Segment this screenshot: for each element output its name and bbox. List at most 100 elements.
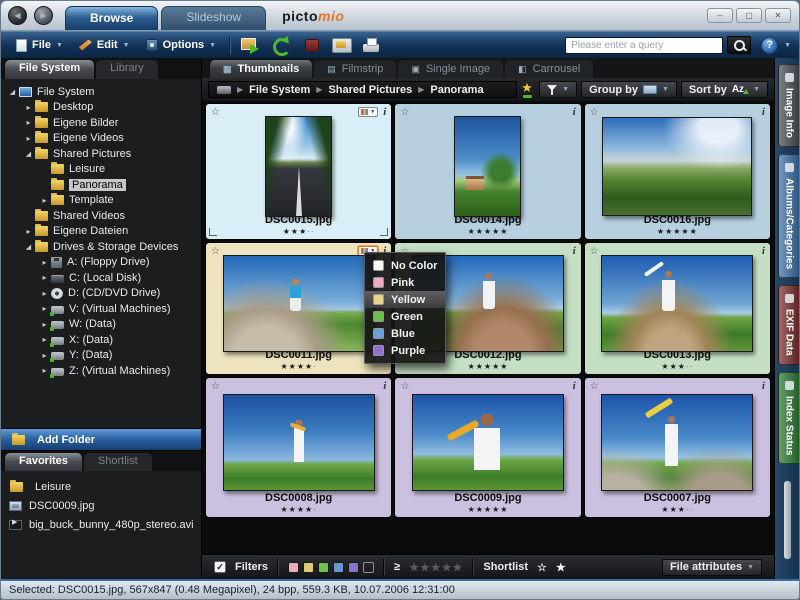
right-scrollbar[interactable] xyxy=(784,481,791,559)
color-menu-item-purple[interactable]: Purple xyxy=(365,342,445,359)
color-filter-swatch[interactable] xyxy=(363,562,374,573)
help-icon[interactable]: ? xyxy=(761,37,778,54)
info-icon[interactable]: i xyxy=(573,380,576,392)
favorite-star-icon[interactable]: ☆ xyxy=(211,107,220,118)
tree-item[interactable]: Shared Videos xyxy=(3,208,201,224)
tree-item[interactable]: ▸Z: (Virtual Machines) xyxy=(3,363,201,379)
thumbnail-card[interactable]: ☆iDSC0008.jpg★★★★· xyxy=(205,377,392,518)
tree-item[interactable]: ▸A: (Floppy Drive) xyxy=(3,255,201,271)
color-tag-button[interactable]: ▼ xyxy=(358,107,378,117)
thumbnail-rating[interactable]: ★★★★· xyxy=(211,362,386,372)
info-icon[interactable]: i xyxy=(762,106,765,118)
color-filter-swatch[interactable] xyxy=(303,562,314,573)
sidebar-tab-library[interactable]: Library xyxy=(96,60,158,79)
expanded-arrow-icon[interactable]: ◢ xyxy=(23,243,34,251)
minimize-button[interactable]: – xyxy=(707,8,733,23)
help-caret-icon[interactable]: ▼ xyxy=(784,42,791,49)
tree-item[interactable]: ▸D: (CD/DVD Drive) xyxy=(3,286,201,302)
info-icon[interactable]: i xyxy=(762,245,765,257)
favorites-item[interactable]: DSC0009.jpg xyxy=(9,496,201,515)
color-menu-item-blue[interactable]: Blue xyxy=(365,325,445,342)
panel-tab-image-info[interactable]: Image Info xyxy=(778,64,799,147)
collapsed-arrow-icon[interactable]: ▸ xyxy=(23,103,34,112)
window-tab-browse[interactable]: Browse xyxy=(65,6,158,30)
favorite-star-icon[interactable]: ☆ xyxy=(400,381,409,392)
favorite-star-icon[interactable]: ☆ xyxy=(400,107,409,118)
thumbnail-rating[interactable]: ★★★·· xyxy=(590,505,765,515)
tree-item[interactable]: ▸Desktop xyxy=(3,100,201,116)
color-menu-item-green[interactable]: Green xyxy=(365,308,445,325)
thumbnail-rating[interactable]: ★★★★★ xyxy=(590,227,765,237)
collapsed-arrow-icon[interactable]: ▸ xyxy=(39,335,50,344)
breadcrumb-item[interactable]: Shared Pictures xyxy=(328,84,412,96)
tag-badge-icon[interactable] xyxy=(521,83,535,97)
tree-item[interactable]: ◢Shared Pictures xyxy=(3,146,201,162)
favorites-tab-shortlist[interactable]: Shortlist xyxy=(84,453,152,471)
breadcrumb-item[interactable]: Panorama xyxy=(430,84,483,96)
filter-funnel-button[interactable]: ▼ xyxy=(539,81,577,98)
panel-tab-albums-categories[interactable]: Albums/Categories xyxy=(778,154,799,278)
camera-icon[interactable] xyxy=(330,36,354,55)
shortlist-filled-star-icon[interactable]: ★ xyxy=(556,561,566,574)
collapsed-arrow-icon[interactable]: ▸ xyxy=(39,196,50,205)
collapsed-arrow-icon[interactable]: ▸ xyxy=(23,227,34,236)
view-tab-single-image[interactable]: ▣Single Image xyxy=(398,60,503,78)
collapsed-arrow-icon[interactable]: ▸ xyxy=(39,320,50,329)
close-button[interactable]: ✕ xyxy=(765,8,791,23)
thumbnail-rating[interactable]: ★★★★★ xyxy=(400,505,575,515)
favorite-star-icon[interactable]: ☆ xyxy=(211,246,220,257)
favorite-star-icon[interactable]: ☆ xyxy=(590,107,599,118)
breadcrumb-item[interactable]: File System xyxy=(249,84,310,96)
info-icon[interactable]: i xyxy=(383,380,386,392)
tree-item[interactable]: ▸V: (Virtual Machines) xyxy=(3,301,201,317)
tree-item[interactable]: ▸W: (Data) xyxy=(3,317,201,333)
collapsed-arrow-icon[interactable]: ▸ xyxy=(39,258,50,267)
refresh-icon[interactable] xyxy=(270,36,294,55)
tree-item[interactable]: ▸Eigene Videos xyxy=(3,131,201,147)
back-button[interactable]: ◀ xyxy=(8,6,27,25)
print-icon[interactable] xyxy=(360,36,384,55)
view-tab-thumbnails[interactable]: ▦Thumbnails xyxy=(210,60,312,78)
panel-tab-exif-data[interactable]: EXIF Data xyxy=(778,285,799,365)
maximize-button[interactable]: ▢ xyxy=(736,8,762,23)
thumbnail-rating[interactable]: ★★★·· xyxy=(211,227,386,237)
info-icon[interactable]: i xyxy=(573,106,576,118)
options-menu-button[interactable]: Options▼ xyxy=(139,36,224,55)
collapsed-arrow-icon[interactable]: ▸ xyxy=(39,273,50,282)
thumbnail-card[interactable]: ☆iDSC0009.jpg★★★★★ xyxy=(394,377,581,518)
edit-menu-button[interactable]: Edit▼ xyxy=(72,36,137,55)
view-tab-filmstrip[interactable]: ▤Filmstrip xyxy=(314,60,396,78)
tree-item[interactable]: ▸C: (Local Disk) xyxy=(3,270,201,286)
thumbnail-card[interactable]: ☆iDSC0014.jpg★★★★★ xyxy=(394,103,581,240)
expanded-arrow-icon[interactable]: ◢ xyxy=(7,88,18,96)
color-filter-swatch[interactable] xyxy=(333,562,344,573)
favorite-star-icon[interactable]: ☆ xyxy=(590,246,599,257)
info-icon[interactable]: i xyxy=(573,245,576,257)
tree-item[interactable]: ▸Y: (Data) xyxy=(3,348,201,364)
thumbnail-card[interactable]: ☆iDSC0013.jpg★★★·· xyxy=(584,242,771,375)
collapsed-arrow-icon[interactable]: ▸ xyxy=(23,118,34,127)
tree-item[interactable]: ◢Drives & Storage Devices xyxy=(3,239,201,255)
color-menu-item-pink[interactable]: Pink xyxy=(365,274,445,291)
add-folder-button[interactable]: Add Folder xyxy=(1,428,201,451)
export-icon[interactable] xyxy=(240,36,264,55)
color-filter-swatch[interactable] xyxy=(348,562,359,573)
tree-item[interactable]: Leisure xyxy=(3,162,201,178)
thumbnail-card[interactable]: ☆iDSC0016.jpg★★★★★ xyxy=(584,103,771,240)
collapsed-arrow-icon[interactable]: ▸ xyxy=(39,304,50,313)
collapsed-arrow-icon[interactable]: ▸ xyxy=(39,351,50,360)
favorite-star-icon[interactable]: ☆ xyxy=(211,381,220,392)
color-menu-item-no-color[interactable]: No Color xyxy=(365,257,445,274)
search-input[interactable] xyxy=(565,37,723,54)
thumbnail-rating[interactable]: ★★★·· xyxy=(590,362,765,372)
group-by-button[interactable]: Group by ▼ xyxy=(581,81,677,98)
search-icon[interactable] xyxy=(727,36,751,54)
stop-icon[interactable] xyxy=(300,36,324,55)
rating-filter-stars[interactable]: ★★★★★ xyxy=(409,561,463,574)
thumbnail-card[interactable]: ☆iDSC0007.jpg★★★·· xyxy=(584,377,771,518)
sort-by-button[interactable]: Sort by Az ▼ xyxy=(681,81,768,98)
thumbnail-card[interactable]: ☆▼iDSC0015.jpg★★★·· xyxy=(205,103,392,240)
color-filter-swatch[interactable] xyxy=(288,562,299,573)
favorites-item[interactable]: Leisure xyxy=(9,477,201,496)
favorites-tab-favorites[interactable]: Favorites xyxy=(5,453,82,471)
